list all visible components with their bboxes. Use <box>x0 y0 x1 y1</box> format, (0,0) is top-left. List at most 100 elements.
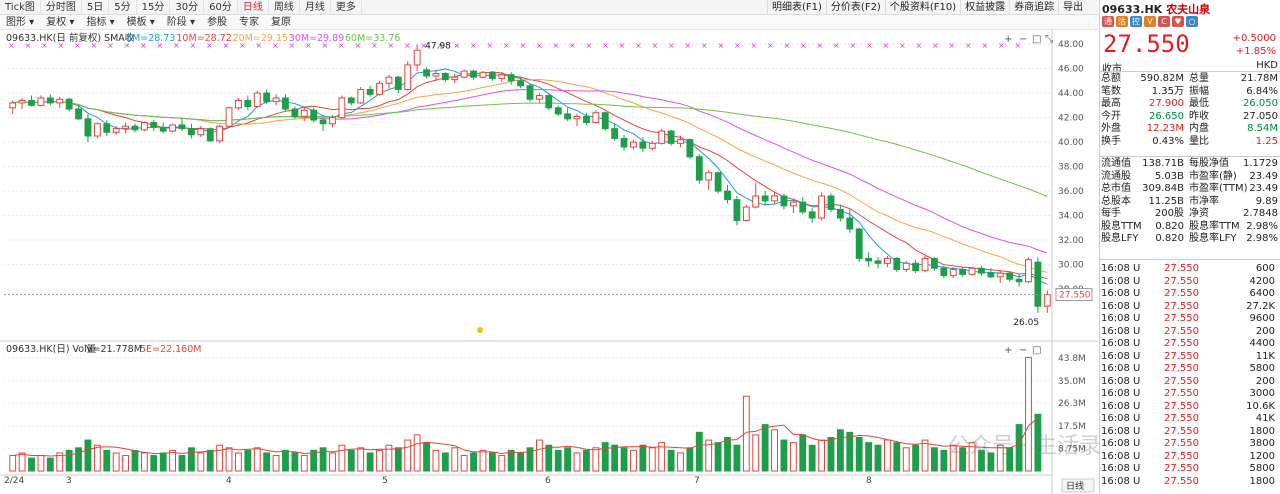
candle <box>65 98 73 112</box>
signal-marker: × <box>850 41 857 50</box>
tick-volume: 1800 <box>1249 425 1275 437</box>
candle <box>507 72 515 85</box>
tab-2[interactable]: 5日 <box>82 0 110 15</box>
tick-price: 27.550 <box>1164 400 1199 412</box>
function-button-5[interactable]: 导出 <box>1058 0 1087 15</box>
candle <box>451 73 459 84</box>
date-label: 3 <box>66 476 72 486</box>
volume-bar <box>874 444 882 472</box>
toolbar-item-4[interactable]: 阶段 ▾ <box>161 15 201 30</box>
stat-value: 2.7848 <box>1243 208 1278 219</box>
toolbar-item-7[interactable]: 复原 <box>265 15 297 30</box>
candle <box>517 77 525 89</box>
tick-price: 27.550 <box>1164 450 1199 462</box>
tick-volume: 6400 <box>1249 288 1275 299</box>
stock-code: 09633.HK <box>1102 3 1163 16</box>
price-chart[interactable]: 09633.HK(日 前复权) SMA收5M=28.73 10M=28.72 20M… <box>0 30 1098 494</box>
candle-body <box>263 92 271 103</box>
signal-marker: × <box>58 41 65 50</box>
tick-volume: 5800 <box>1249 463 1275 474</box>
price-tick: 42.00 <box>1058 114 1084 124</box>
volume-bar <box>695 431 703 472</box>
tab-10[interactable]: 更多 <box>331 0 362 15</box>
tick-time: 16:08 U <box>1101 425 1141 437</box>
candle <box>187 123 195 139</box>
signal-marker: × <box>949 41 956 50</box>
vol-zoom-in-icon[interactable]: + <box>1004 345 1012 356</box>
signal-marker: × <box>272 41 279 50</box>
tick-time: 16:08 U <box>1101 288 1141 299</box>
tab-3[interactable]: 5分 <box>109 0 137 15</box>
candle <box>874 257 882 269</box>
toolbar-item-2[interactable]: 指标 ▾ <box>80 15 120 30</box>
volume-bar <box>714 442 722 472</box>
function-button-1[interactable]: 分价表(F2) <box>825 0 885 15</box>
signal-marker: × <box>124 41 131 50</box>
signal-marker: × <box>833 41 840 50</box>
candle-body <box>724 190 731 201</box>
tick-row: 16:08 U 27.550 1800 <box>1101 476 1279 489</box>
volume-bar <box>263 452 271 472</box>
stat-row: 外盘 12.23M 内盘 8.54M <box>1101 123 1278 136</box>
signal-marker: × <box>305 41 312 50</box>
stat-value: 27.050 <box>1243 110 1278 122</box>
tab-9[interactable]: 月线 <box>300 0 331 15</box>
maximize-icon[interactable]: ⤡ <box>1045 34 1053 45</box>
tab-5[interactable]: 30分 <box>170 0 205 15</box>
function-button-3[interactable]: 权益披露 <box>960 0 1009 15</box>
watermark: 公众号 · 生活录 <box>948 434 1101 459</box>
stat-row: 流通值 138.71B 每股净值 1.1729 <box>1101 158 1278 171</box>
tab-8[interactable]: 周线 <box>269 0 300 15</box>
candle-body <box>601 112 609 130</box>
function-button-0[interactable]: 明细表(F1) <box>767 0 826 15</box>
zoom-in-icon[interactable]: + <box>1004 34 1012 45</box>
stat-row: 股息TTM 0.820 股息率TTM 2.98% <box>1101 221 1278 234</box>
toolbar-item-3[interactable]: 模板 ▾ <box>121 15 161 30</box>
tab-0[interactable]: Tick图 <box>0 0 41 15</box>
event-marker <box>477 327 483 333</box>
volume-bar <box>225 447 233 472</box>
tick-time: 16:08 U <box>1101 450 1141 462</box>
tab-4[interactable]: 15分 <box>137 0 171 15</box>
stat-value: 0.43% <box>1152 135 1184 147</box>
stat-label: 每股净值 <box>1189 158 1229 169</box>
volume-bar <box>140 452 148 472</box>
tab-7[interactable]: 日线 <box>238 0 269 15</box>
candle <box>470 69 477 80</box>
vol-zoom-out-icon[interactable]: − <box>1019 345 1027 356</box>
tick-list[interactable]: 16:08 U 27.550 600 16:08 U 27.550 4200 16:08 U… <box>1101 263 1279 488</box>
price-tick: 36.00 <box>1058 187 1084 197</box>
toolbar-item-6[interactable]: 专家 <box>233 15 265 30</box>
candle <box>84 113 92 143</box>
toolbar-item-1[interactable]: 复权 ▾ <box>40 15 80 30</box>
candle-body <box>949 268 957 277</box>
candle <box>479 71 487 79</box>
signal-marker: × <box>371 41 378 50</box>
candle <box>799 197 807 215</box>
vol-restore-icon[interactable]: □ <box>1032 345 1041 356</box>
candle <box>968 267 976 276</box>
toolbar-item-5[interactable]: 参股 <box>201 15 233 30</box>
toolbar-item-0[interactable]: 图形 ▾ <box>0 15 40 30</box>
tick-price: 27.550 <box>1164 300 1199 312</box>
candle <box>818 192 825 221</box>
tab-1[interactable]: 分时图 <box>41 0 82 15</box>
restore-icon[interactable]: □ <box>1032 34 1041 45</box>
function-button-2[interactable]: 个股资料(F10) <box>884 0 960 15</box>
signal-marker: × <box>41 41 48 50</box>
candle <box>366 85 374 97</box>
function-button-4[interactable]: 券商追踪 <box>1009 0 1058 15</box>
volume-bar <box>564 447 572 472</box>
volume-bar <box>808 444 816 472</box>
stat-label: 市盈率(TTM) <box>1189 183 1248 194</box>
candle-body <box>75 108 82 120</box>
tick-row: 16:08 U 27.550 4400 <box>1101 338 1279 351</box>
candle-body <box>178 124 186 130</box>
candle-body <box>169 124 177 132</box>
candle-body <box>996 272 1004 278</box>
stat-row: 总股本 11.25B 市净率 9.89 <box>1101 196 1278 209</box>
tab-6[interactable]: 60分 <box>204 0 238 15</box>
candle-body <box>799 201 807 213</box>
zoom-out-icon[interactable]: − <box>1019 34 1027 45</box>
candle-body <box>883 257 891 264</box>
